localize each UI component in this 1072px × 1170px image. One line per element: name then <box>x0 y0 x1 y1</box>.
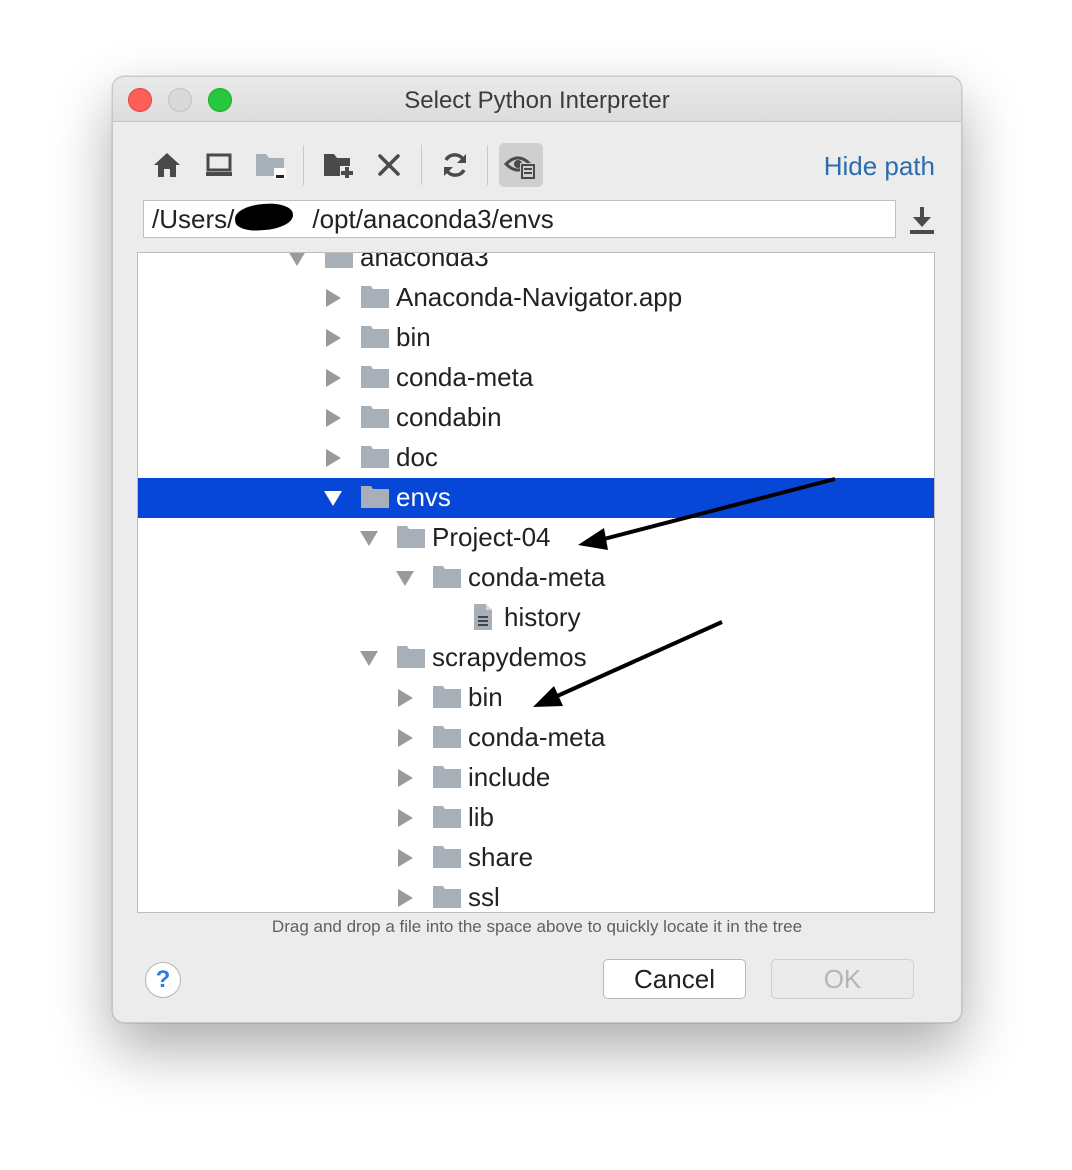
tree-row[interactable]: doc <box>138 438 934 478</box>
tree-row-label: history <box>504 602 581 632</box>
toolbar-separator <box>487 145 488 185</box>
drag-drop-hint: Drag and drop a file into the space abov… <box>271 917 803 936</box>
expanded-arrow-icon[interactable] <box>394 566 416 590</box>
folder-icon <box>361 406 389 428</box>
tree-row[interactable]: anaconda3 <box>138 252 934 278</box>
tree-row[interactable]: scrapydemos <box>138 638 934 678</box>
tree-row[interactable]: conda-meta <box>138 718 934 758</box>
tree-row[interactable]: conda-meta <box>138 358 934 398</box>
cancel-button[interactable]: Cancel <box>603 959 746 999</box>
collapsed-arrow-icon[interactable] <box>322 406 344 430</box>
tree-row[interactable]: condabin <box>138 398 934 438</box>
tree-row[interactable]: bin <box>138 318 934 358</box>
expanded-arrow-icon[interactable] <box>322 486 344 510</box>
folder-icon <box>397 526 425 548</box>
tree-row[interactable]: share <box>138 838 934 878</box>
tree-row-label: ssl <box>468 882 500 912</box>
tree-row-label: conda-meta <box>468 562 606 592</box>
folder-icon <box>433 766 461 788</box>
collapsed-arrow-icon[interactable] <box>322 446 344 470</box>
tree-row-label: anaconda3 <box>360 252 489 272</box>
folder-icon <box>361 486 389 508</box>
collapsed-arrow-icon[interactable] <box>394 806 416 830</box>
expanded-arrow-icon[interactable] <box>358 646 380 670</box>
refresh-icon <box>444 153 466 177</box>
tree-row-label: conda-meta <box>396 362 534 392</box>
desktop-icon <box>206 153 232 176</box>
tree-row-label: share <box>468 842 534 872</box>
tree-row-label: bin <box>468 682 503 712</box>
tree-row[interactable]: ssl <box>138 878 934 912</box>
tree-row-label: Project-04 <box>432 522 551 552</box>
tree-row[interactable]: lib <box>138 798 934 838</box>
download-icon <box>910 207 934 234</box>
download-button[interactable] <box>903 201 941 239</box>
file-icon <box>474 604 492 630</box>
tree-row[interactable]: Project-04 <box>138 518 934 558</box>
folder-icon <box>361 286 389 308</box>
title-bar[interactable]: Select Python Interpreter <box>113 77 961 122</box>
delete-button[interactable] <box>367 143 411 187</box>
tree-row[interactable]: Anaconda-Navigator.app <box>138 278 934 318</box>
expanded-arrow-icon[interactable] <box>286 252 308 270</box>
folder-icon <box>361 326 389 348</box>
toolbar-separator <box>303 145 304 185</box>
tree-row[interactable]: conda-meta <box>138 558 934 598</box>
tree-row-label: bin <box>396 322 431 352</box>
tree-row[interactable]: envs <box>138 478 934 518</box>
collapsed-arrow-icon[interactable] <box>394 886 416 910</box>
desktop-button[interactable] <box>197 143 241 187</box>
show-hidden-icon <box>504 156 536 179</box>
new-folder-button[interactable] <box>317 143 361 187</box>
folder-icon <box>397 646 425 668</box>
tree-row-label: include <box>468 762 551 792</box>
expanded-arrow-icon[interactable] <box>358 526 380 550</box>
folder-icon <box>433 846 461 868</box>
tree-row-label: condabin <box>396 402 502 432</box>
dialog-title: Select Python Interpreter <box>404 87 670 114</box>
collapsed-arrow-icon[interactable] <box>394 766 416 790</box>
folder-icon <box>361 446 389 468</box>
collapsed-arrow-icon[interactable] <box>322 326 344 350</box>
folder-icon <box>433 806 461 828</box>
toolbar-separator <box>421 145 422 185</box>
home-icon <box>154 153 180 177</box>
new-folder-icon <box>324 154 354 179</box>
tree-row-label: Anaconda-Navigator.app <box>396 282 683 312</box>
folder-icon <box>433 686 461 708</box>
ok-button[interactable]: OK <box>771 959 914 999</box>
tree-row[interactable]: bin <box>138 678 934 718</box>
collapsed-arrow-icon[interactable] <box>394 846 416 870</box>
folder-icon <box>325 253 353 268</box>
collapsed-arrow-icon[interactable] <box>322 286 344 310</box>
tree-row-label: conda-meta <box>468 722 606 752</box>
collapsed-arrow-icon[interactable] <box>322 366 344 390</box>
file-tree[interactable]: anaconda3 Anaconda-Navigator.app bin conda-… <box>137 252 935 913</box>
tree-row-label: lib <box>468 802 495 832</box>
help-button[interactable]: ? <box>145 962 181 998</box>
home-button[interactable] <box>145 143 189 187</box>
hide-path-link[interactable]: Hide path <box>824 151 935 182</box>
tree-row-label: doc <box>396 442 438 472</box>
folder-icon <box>433 726 461 748</box>
tree-row-label: envs <box>396 482 451 512</box>
folder-icon <box>361 366 389 388</box>
project-folder-icon <box>256 154 286 179</box>
collapsed-arrow-icon[interactable] <box>394 686 416 710</box>
interpreter-dialog: Select Python Interpreter Hide path /Use… <box>112 76 962 1023</box>
refresh-button[interactable] <box>433 143 477 187</box>
folder-icon <box>433 886 461 908</box>
tree-row[interactable]: include <box>138 758 934 798</box>
delete-icon <box>378 154 400 176</box>
collapsed-arrow-icon[interactable] <box>394 726 416 750</box>
tree-row[interactable]: history <box>138 598 934 638</box>
project-folder-button[interactable] <box>249 143 293 187</box>
show-hidden-toggle[interactable] <box>499 143 543 187</box>
tree-row-label: scrapydemos <box>432 642 587 672</box>
folder-icon <box>433 566 461 588</box>
